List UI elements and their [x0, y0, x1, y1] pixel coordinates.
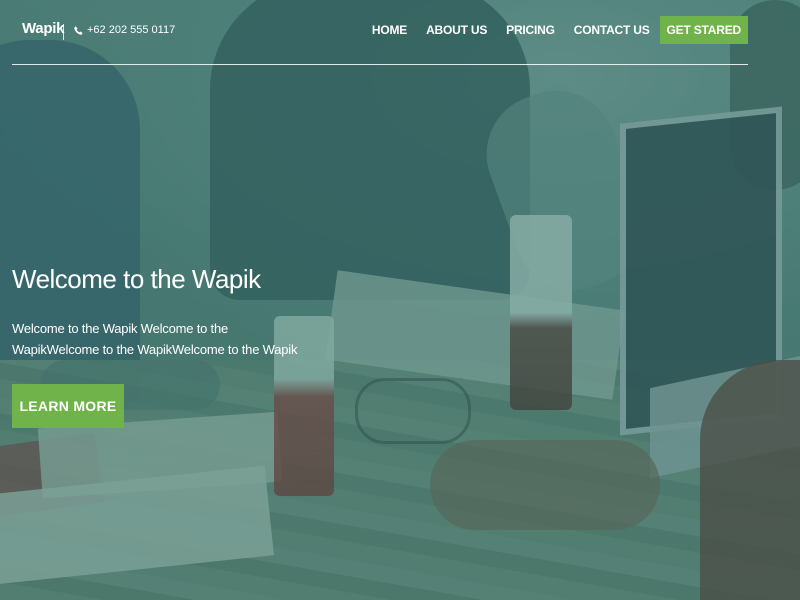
- hero-title: Welcome to the Wapik: [12, 264, 261, 294]
- green-overlay: [0, 0, 800, 600]
- nav-home[interactable]: HOME: [372, 23, 407, 37]
- learn-more-button[interactable]: LEARN MORE: [12, 384, 124, 428]
- main-nav: HOME ABOUT US PRICING CONTACT US GET STA…: [353, 16, 748, 44]
- phone-number: +62 202 555 0117: [74, 24, 175, 36]
- hero-subtitle: Welcome to the Wapik Welcome to the Wapi…: [12, 321, 298, 357]
- nav-about-us[interactable]: ABOUT US: [426, 23, 487, 37]
- phone-icon: [74, 25, 83, 35]
- phone-number-text: +62 202 555 0117: [87, 24, 176, 36]
- get-started-button[interactable]: GET STARED: [659, 16, 748, 44]
- site-header: Wapik +62 202 555 0117 HOME ABOUT US PRI…: [12, 0, 748, 65]
- header-divider: [63, 24, 64, 40]
- hero-background: [0, 0, 800, 600]
- nav-pricing[interactable]: PRICING: [506, 23, 555, 37]
- nav-contact-us[interactable]: CONTACT US: [574, 23, 650, 37]
- brand-logo[interactable]: Wapik: [22, 20, 64, 37]
